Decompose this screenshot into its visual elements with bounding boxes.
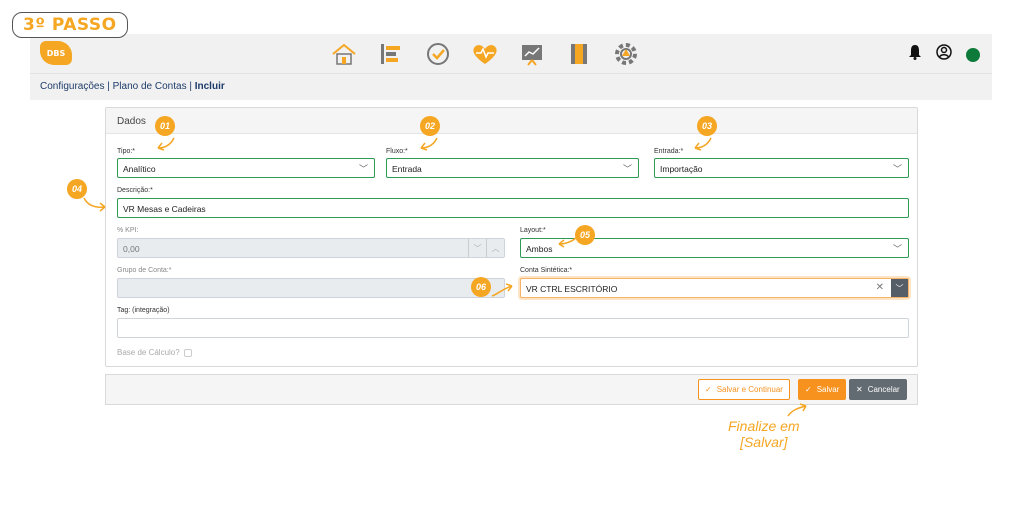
cancel-button[interactable]: ✕ Cancelar	[849, 379, 907, 400]
notebook-icon[interactable]	[565, 40, 593, 68]
fluxo-select[interactable]: Entrada ﹀	[386, 158, 639, 178]
base-calculo-row: Base de Cálculo?	[117, 348, 192, 357]
annotation-arrow-icon	[694, 137, 712, 151]
tipo-value: Analítico	[123, 164, 156, 174]
save-button[interactable]: ✓ Salvar	[798, 379, 847, 400]
finalize-line2: [Salvar]	[740, 434, 788, 450]
chevron-down-icon[interactable]: ﹀	[891, 279, 908, 297]
base-calculo-checkbox[interactable]	[183, 348, 192, 357]
chevron-up-icon: ︿	[486, 239, 504, 257]
chevron-down-icon: ﹀	[468, 239, 486, 257]
conta-sintetica-label: Conta Sintética:*	[520, 267, 573, 274]
tag-label: Tag: (integração)	[117, 307, 170, 314]
annotation-arrow-icon	[558, 237, 577, 248]
annotation-arrow-icon	[787, 403, 807, 417]
grupo-select	[117, 278, 505, 298]
main-nav	[330, 40, 640, 68]
check-icon: ✓	[805, 385, 812, 394]
entrada-value: Importação	[660, 164, 703, 174]
annotation-arrow-icon	[420, 137, 438, 151]
entrada-label: Entrada:*	[654, 148, 684, 155]
home-icon[interactable]	[330, 40, 358, 68]
finalize-line1: Finalize em	[728, 418, 800, 434]
descricao-label: Descrição:*	[117, 187, 153, 194]
save-continue-label: Salvar e Continuar	[716, 385, 783, 394]
clear-icon[interactable]: ✕	[876, 282, 884, 293]
descricao-value: VR Mesas e Cadeiras	[123, 204, 206, 214]
chevron-down-icon: ﹀	[358, 164, 368, 174]
finalize-note: Finalize em [Salvar]	[728, 418, 800, 450]
annotation-arrow-icon	[83, 197, 106, 212]
section-title: Dados	[106, 108, 917, 134]
kpi-value: 0,00	[123, 244, 140, 254]
layout-value: Ambos	[526, 244, 553, 254]
chevron-down-icon: ﹀	[892, 244, 902, 254]
kpi-stepper: ﹀ ︿	[468, 239, 504, 257]
breadcrumb: Configurações | Plano de Contas | Inclui…	[40, 81, 225, 92]
list-icon[interactable]	[377, 40, 405, 68]
base-calculo-label: Base de Cálculo?	[117, 348, 180, 357]
fluxo-value: Entrada	[392, 164, 422, 174]
annotation-02: 02	[420, 116, 440, 136]
annotation-arrow-icon	[491, 283, 513, 297]
save-continue-button[interactable]: ✓ Salvar e Continuar	[698, 379, 790, 400]
chevron-down-icon: ﹀	[622, 164, 632, 174]
save-label: Salvar	[816, 385, 840, 394]
tag-input[interactable]	[117, 318, 909, 338]
chevron-down-icon: ﹀	[892, 164, 902, 174]
form-actions: ✓ Salvar e Continuar ✓ Salvar ✕ Cancelar	[105, 374, 918, 405]
entrada-select[interactable]: Importação ﹀	[654, 158, 909, 178]
grupo-label: Grupo de Conta:*	[117, 267, 172, 274]
breadcrumb-path[interactable]: Configurações | Plano de Contas |	[40, 81, 195, 92]
tipo-label: Tipo:*	[117, 148, 136, 155]
breadcrumb-current: Incluir	[194, 81, 225, 92]
chart-icon[interactable]	[518, 40, 546, 68]
top-right-icons	[908, 44, 980, 65]
app-logo[interactable]: DBS	[40, 41, 72, 65]
gear-icon[interactable]	[612, 40, 640, 68]
conta-sintetica-value: VR CTRL ESCRITÓRIO	[526, 284, 618, 294]
conta-sintetica-select[interactable]: VR CTRL ESCRITÓRIO ✕ ﹀	[520, 278, 909, 298]
top-navbar: DBS	[30, 34, 992, 74]
breadcrumb-bar: Configurações | Plano de Contas | Inclui…	[30, 74, 992, 100]
tipo-select[interactable]: Analítico ﹀	[117, 158, 375, 178]
annotation-03: 03	[697, 116, 717, 136]
form-panel: Dados Tipo:* Analítico ﹀ Fluxo:* Entrada…	[105, 107, 918, 367]
descricao-input[interactable]: VR Mesas e Cadeiras	[117, 198, 909, 218]
annotation-01: 01	[155, 116, 175, 136]
check-icon: ✓	[705, 385, 712, 394]
fluxo-label: Fluxo:*	[386, 148, 408, 155]
status-dot	[966, 47, 980, 62]
close-icon: ✕	[856, 385, 863, 394]
annotation-arrow-icon	[157, 137, 175, 151]
bell-icon[interactable]	[908, 44, 922, 65]
user-icon[interactable]	[936, 44, 952, 65]
kpi-input: 0,00 ﹀ ︿	[117, 238, 505, 258]
annotation-06: 06	[471, 277, 491, 297]
kpi-label: % KPI:	[117, 227, 139, 234]
annotation-05: 05	[575, 225, 595, 245]
layout-label: Layout:*	[520, 227, 546, 234]
step-badge: 3º PASSO	[12, 12, 128, 38]
logo-text: DBS	[46, 48, 66, 58]
cancel-label: Cancelar	[867, 385, 900, 394]
check-circle-icon[interactable]	[424, 40, 452, 68]
heart-pulse-icon[interactable]	[471, 40, 499, 68]
